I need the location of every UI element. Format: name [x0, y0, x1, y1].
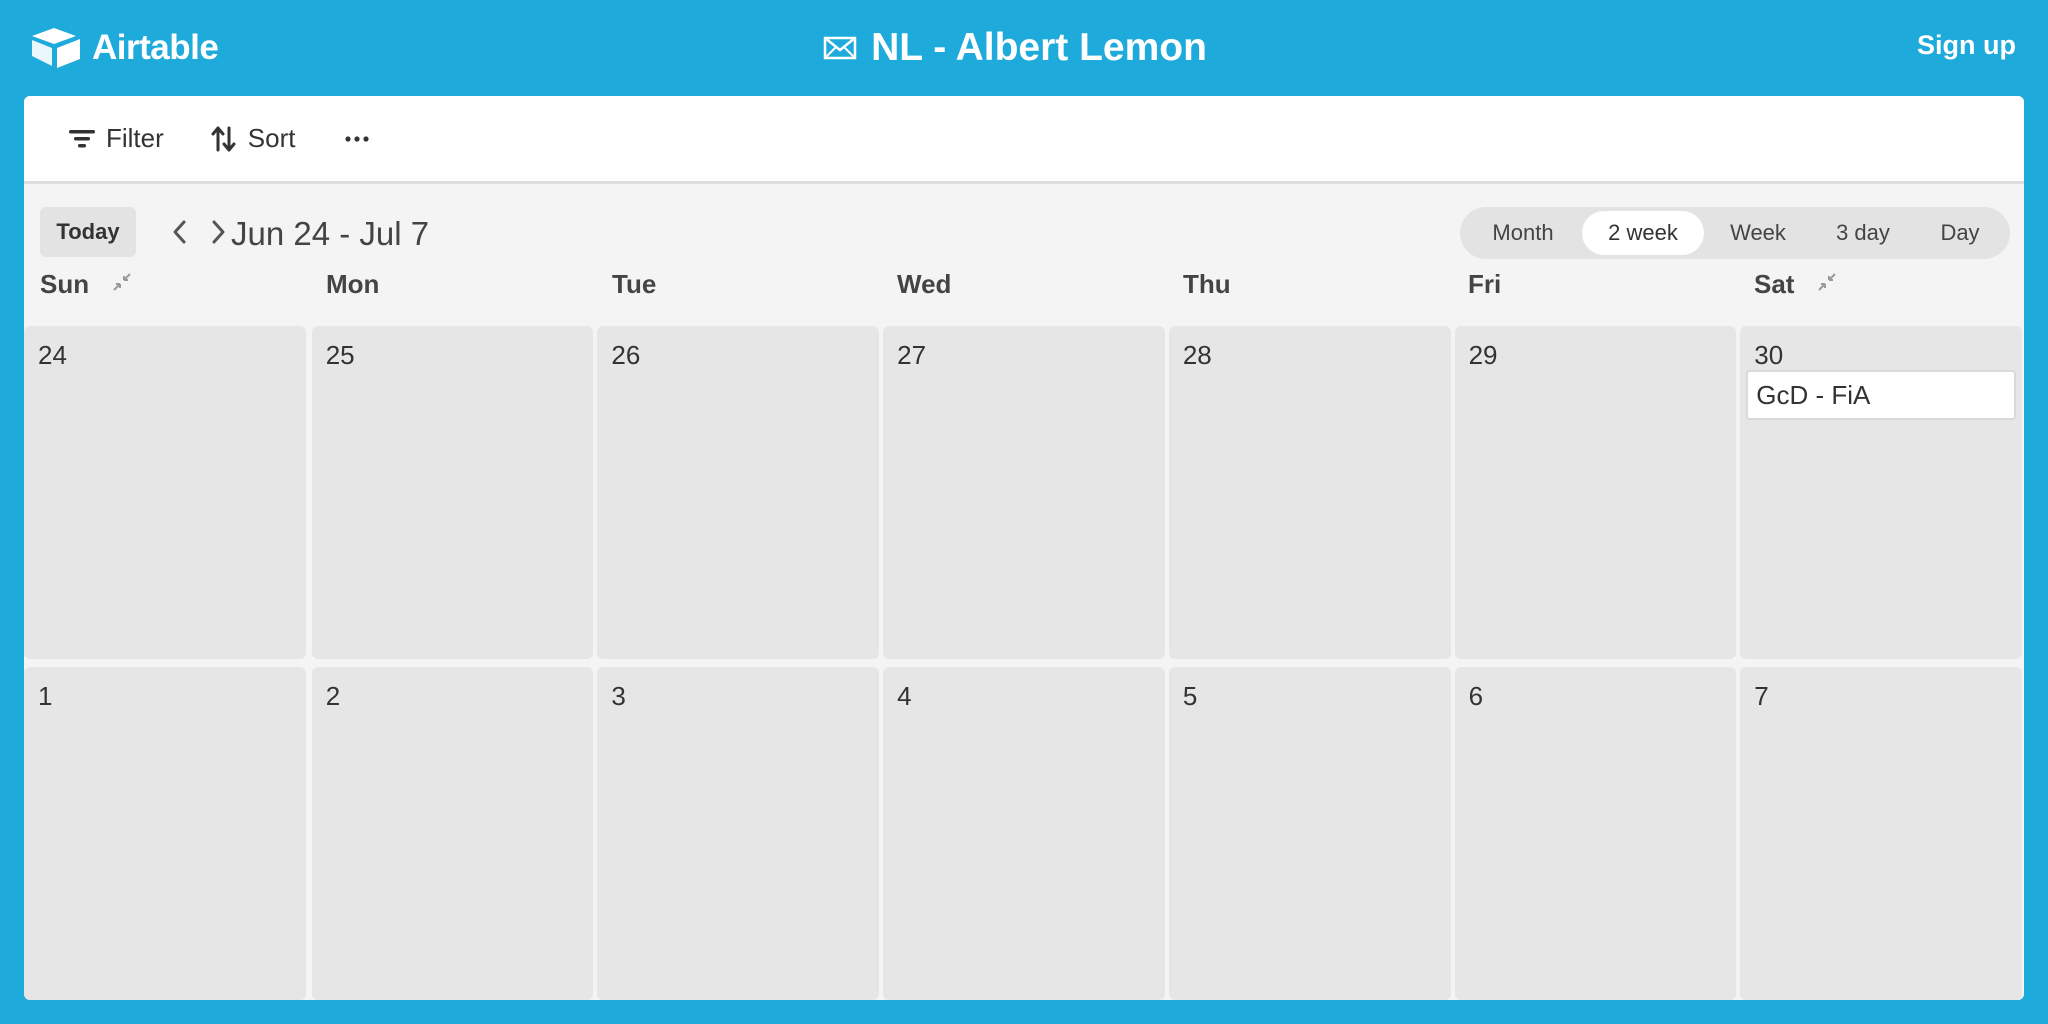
day-number: 5 — [1182, 681, 1198, 711]
collapse-weekend-icon[interactable] — [1816, 269, 1838, 300]
day-number: 29 — [1468, 340, 1498, 370]
view-switcher: Month 2 week Week 3 day Day — [1460, 207, 2010, 259]
view-option-3-day[interactable]: 3 day — [1812, 211, 1914, 255]
calendar-panel: Filter Sort Today Jun 24 - Jul 7 Month 2… — [24, 96, 2024, 1000]
day-number: 30 — [1754, 340, 1784, 370]
date-range-label: Jun 24 - Jul 7 — [231, 215, 430, 252]
sort-label: Sort — [247, 123, 296, 153]
weekday-header-tue: Tue — [612, 264, 656, 304]
day-number: 27 — [897, 340, 927, 370]
weekday-header-thu: Thu — [1183, 264, 1231, 304]
sort-button[interactable]: Sort — [198, 114, 308, 164]
calendar-nav: Today Jun 24 - Jul 7 Month 2 week Week 3… — [24, 207, 2024, 259]
weekday-label: Thu — [1183, 268, 1231, 299]
calendar-grid: 24 25 26 27 28 29 30 GcD - FiA 1 2 3 4 5 6 7 — [24, 326, 2024, 1000]
view-toolbar: Filter Sort — [24, 96, 2024, 184]
day-number: 7 — [1754, 681, 1769, 711]
signup-link[interactable]: Sign up — [1917, 30, 2016, 61]
filter-icon — [69, 129, 95, 147]
day-number: 3 — [611, 681, 626, 711]
today-button[interactable]: Today — [40, 207, 136, 257]
view-option-week[interactable]: Week — [1704, 211, 1812, 255]
weekday-label: Mon — [326, 268, 380, 299]
calendar-day-cell[interactable]: 24 — [24, 326, 306, 659]
day-number: 26 — [611, 340, 641, 370]
chevron-right-icon — [212, 220, 225, 244]
calendar-day-cell[interactable]: 6 — [1454, 667, 1737, 1000]
day-number: 24 — [38, 340, 67, 370]
envelope-icon — [823, 36, 857, 60]
filter-label: Filter — [106, 123, 164, 153]
view-option-day[interactable]: Day — [1914, 211, 2006, 255]
chevron-left-icon — [173, 220, 186, 244]
calendar-day-cell[interactable]: 7 — [1740, 667, 2022, 1000]
view-option-month[interactable]: Month — [1464, 211, 1582, 255]
calendar-day-cell[interactable]: 26 — [597, 326, 880, 659]
day-number: 25 — [325, 340, 355, 370]
calendar-day-cell[interactable]: 29 — [1454, 326, 1737, 659]
top-bar: Airtable NL - Albert Lemon Sign up — [0, 0, 2048, 96]
weekday-label: Sat — [1754, 268, 1795, 299]
calendar-day-cell[interactable]: 27 — [883, 326, 1165, 659]
calendar-event[interactable]: GcD - FiA — [1746, 370, 2016, 420]
filter-button[interactable]: Filter — [56, 114, 176, 164]
weekday-header-sun: Sun — [40, 264, 133, 304]
weekday-label: Tue — [612, 268, 657, 299]
day-number: 6 — [1468, 681, 1484, 711]
day-number: 2 — [325, 681, 341, 711]
day-number: 28 — [1182, 340, 1212, 370]
weekday-label: Sun — [40, 268, 90, 299]
base-title-text: NL - Albert Lemon — [871, 26, 1207, 69]
prev-period-button[interactable] — [166, 217, 194, 247]
calendar-day-cell[interactable]: 5 — [1168, 667, 1451, 1000]
calendar-day-cell[interactable]: 30 GcD - FiA — [1740, 326, 2022, 659]
calendar-day-cell[interactable]: 1 — [24, 667, 306, 1000]
weekday-label: Fri — [1468, 268, 1502, 299]
calendar-day-cell[interactable]: 3 — [597, 667, 880, 1000]
ellipsis-icon — [345, 135, 370, 142]
calendar-day-cell[interactable]: 2 — [311, 667, 594, 1000]
day-number: 1 — [38, 681, 53, 711]
view-option-2-week[interactable]: 2 week — [1582, 211, 1704, 255]
day-number: 4 — [897, 681, 912, 711]
weekday-header-sat: Sat — [1754, 264, 1838, 304]
calendar-day-cell[interactable]: 25 — [311, 326, 594, 659]
sort-icon — [211, 126, 236, 151]
weekday-header-row: Sun Mon Tue Wed Thu Fri Sat — [24, 264, 2024, 304]
base-title: NL - Albert Lemon — [0, 22, 2048, 74]
more-options-button[interactable] — [329, 114, 385, 164]
weekday-header-fri: Fri — [1468, 264, 1501, 304]
collapse-weekend-icon[interactable] — [111, 269, 133, 300]
weekday-label: Wed — [897, 268, 952, 299]
weekday-header-wed: Wed — [897, 264, 951, 304]
weekday-header-mon: Mon — [326, 264, 379, 304]
next-period-button[interactable] — [204, 217, 232, 247]
calendar-day-cell[interactable]: 4 — [883, 667, 1165, 1000]
calendar-day-cell[interactable]: 28 — [1168, 326, 1451, 659]
